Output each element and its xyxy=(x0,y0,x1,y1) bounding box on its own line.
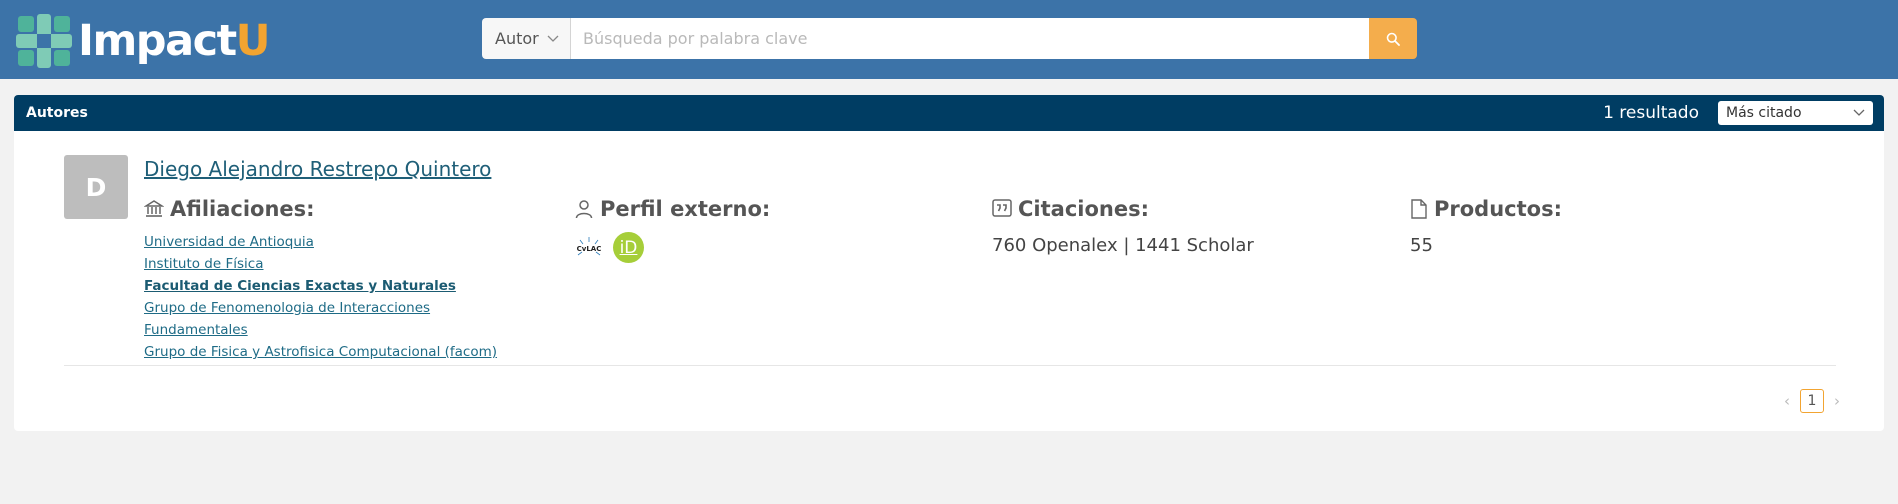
result-count: 1 resultado xyxy=(1603,103,1699,123)
chevron-down-icon xyxy=(1853,109,1865,116)
impactu-logo[interactable]: ImpactU xyxy=(16,14,271,68)
citations-heading: Citaciones: xyxy=(1018,197,1149,221)
affiliations-list: Universidad de Antioquia Instituto de Fí… xyxy=(144,231,497,363)
chevron-down-icon xyxy=(547,35,559,42)
orcid-icon[interactable]: iD xyxy=(613,232,644,263)
search-icon xyxy=(1386,32,1400,46)
affiliations-section: Afiliaciones: Universidad de Antioquia I… xyxy=(144,195,497,363)
cvlac-icon[interactable]: CvLAC xyxy=(574,235,604,261)
affiliation-link[interactable]: Fundamentales xyxy=(144,319,497,341)
quote-icon xyxy=(992,199,1012,219)
pagination: ‹ 1 › xyxy=(1780,389,1844,413)
results-card: Autores 1 resultado Más citado D Diego A… xyxy=(14,95,1884,431)
sort-select[interactable]: Más citado xyxy=(1718,101,1873,125)
external-profile-section: Perfil externo: CvLAC iD xyxy=(574,195,770,263)
page-1-button[interactable]: 1 xyxy=(1800,389,1824,413)
affiliation-link[interactable]: Facultad de Ciencias Exactas y Naturales xyxy=(144,275,497,297)
search-bar: Autor xyxy=(482,18,1417,59)
citations-value: 760 Openalex | 1441 Scholar xyxy=(992,235,1254,256)
top-navigation-bar: ImpactU Autor xyxy=(0,0,1898,79)
search-button[interactable] xyxy=(1369,18,1417,59)
affiliation-link[interactable]: Universidad de Antioquia xyxy=(144,231,497,253)
svg-text:CvLAC: CvLAC xyxy=(577,245,602,253)
affiliations-heading: Afiliaciones: xyxy=(170,197,315,221)
logo-mark-icon xyxy=(16,14,72,68)
document-icon xyxy=(1410,199,1428,219)
search-input[interactable] xyxy=(571,18,1369,59)
products-value: 55 xyxy=(1410,235,1433,256)
institution-icon xyxy=(144,199,164,219)
prev-page-icon[interactable]: ‹ xyxy=(1780,392,1794,410)
citations-section: Citaciones: 760 Openalex | 1441 Scholar xyxy=(992,195,1254,256)
affiliation-link[interactable]: Grupo de Fisica y Astrofisica Computacio… xyxy=(144,341,497,363)
author-row: D Diego Alejandro Restrepo Quintero Afil… xyxy=(64,155,1836,366)
user-icon xyxy=(574,199,594,219)
orcid-label: iD xyxy=(619,237,638,258)
products-heading: Productos: xyxy=(1434,197,1562,221)
next-page-icon[interactable]: › xyxy=(1830,392,1844,410)
results-header: Autores 1 resultado Más citado xyxy=(14,95,1884,131)
avatar: D xyxy=(64,155,128,219)
external-profile-heading: Perfil externo: xyxy=(600,197,771,221)
affiliation-link[interactable]: Grupo de Fenomenologia de Interacciones xyxy=(144,297,497,319)
affiliation-link[interactable]: Instituto de Física xyxy=(144,253,497,275)
logo-text-main: Impact xyxy=(78,16,237,66)
author-name-link[interactable]: Diego Alejandro Restrepo Quintero xyxy=(144,157,491,181)
products-section: Productos: 55 xyxy=(1410,195,1562,256)
logo-text-accent: U xyxy=(235,16,271,66)
results-title: Autores xyxy=(26,105,88,121)
logo-text: ImpactU xyxy=(78,14,271,68)
search-type-label: Autor xyxy=(495,29,539,48)
search-type-select[interactable]: Autor xyxy=(482,18,571,59)
sort-select-label: Más citado xyxy=(1726,105,1802,121)
